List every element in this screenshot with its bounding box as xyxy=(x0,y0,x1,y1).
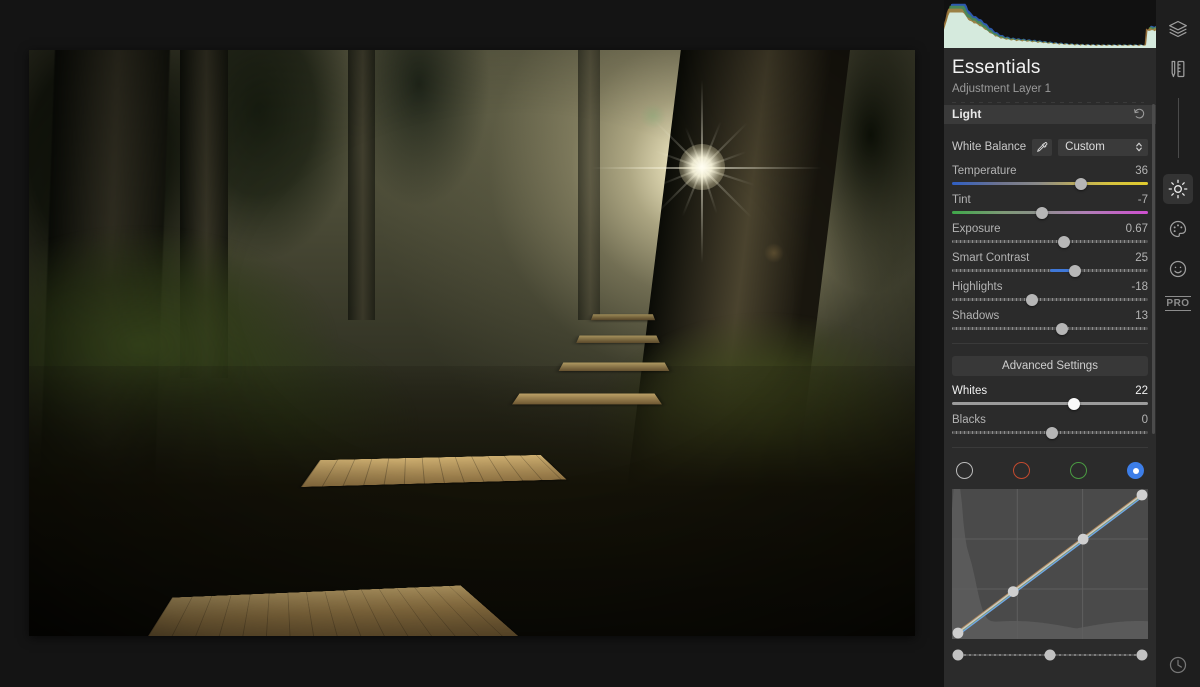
slider-track[interactable] xyxy=(952,177,1148,190)
slider-temperature[interactable]: Temperature 36 xyxy=(952,165,1148,190)
slider-value: 36 xyxy=(1135,165,1148,177)
white-balance-select[interactable]: Custom xyxy=(1058,138,1148,156)
slider-handle[interactable] xyxy=(1075,177,1088,190)
white-balance-value: Custom xyxy=(1065,141,1105,153)
slider-shadows[interactable]: Shadows 13 xyxy=(952,310,1148,335)
photo-canvas[interactable] xyxy=(29,50,915,636)
channel-rgb[interactable] xyxy=(956,462,973,479)
slider-label: Blacks xyxy=(952,414,986,426)
slider-label: Smart Contrast xyxy=(952,252,1030,264)
slider-value: 22 xyxy=(1135,385,1148,397)
history-icon[interactable] xyxy=(1168,655,1188,675)
brightness-icon[interactable] xyxy=(1163,174,1193,204)
slider-handle[interactable] xyxy=(1036,206,1049,219)
divider-2 xyxy=(952,447,1148,448)
photo-editor-window: Essentials Adjustment Layer 1 Light Whit… xyxy=(0,0,1200,687)
slider-value: 25 xyxy=(1135,252,1148,264)
canvas-area[interactable] xyxy=(0,0,944,687)
slider-value: -18 xyxy=(1131,281,1148,293)
portrait-icon[interactable] xyxy=(1163,254,1193,284)
slider-label: Whites xyxy=(952,385,988,397)
light-controls: White Balance Custom Temperature 36 Tint… xyxy=(944,124,1156,687)
section-header-light[interactable]: Light xyxy=(944,105,1156,124)
slider-label: Tint xyxy=(952,194,971,206)
slider-handle[interactable] xyxy=(1069,264,1082,277)
curve-strip-handle[interactable] xyxy=(952,649,964,661)
panel-scrollbar[interactable] xyxy=(1152,104,1155,434)
slider-handle[interactable] xyxy=(1045,426,1058,439)
slider-smart-contrast[interactable]: Smart Contrast 25 xyxy=(952,252,1148,277)
slider-handle[interactable] xyxy=(1057,235,1070,248)
curve-range-strip[interactable] xyxy=(952,648,1148,662)
page-title: Essentials xyxy=(952,57,1041,78)
adjustments-panel: Essentials Adjustment Layer 1 Light Whit… xyxy=(944,0,1156,687)
slider-track[interactable] xyxy=(952,426,1148,439)
rgb-histogram xyxy=(944,0,1156,48)
chevron-updown-icon xyxy=(1135,141,1143,153)
slider-track[interactable] xyxy=(952,293,1148,306)
slider-label: Highlights xyxy=(952,281,1003,293)
channel-green[interactable] xyxy=(1070,462,1087,479)
slider-track[interactable] xyxy=(952,264,1148,277)
channel-red[interactable] xyxy=(1013,462,1030,479)
scroll-indicator xyxy=(944,101,1156,105)
pro-badge[interactable]: PRO xyxy=(1165,296,1191,311)
slider-track[interactable] xyxy=(952,397,1148,410)
slider-blacks[interactable]: Blacks 0 xyxy=(952,414,1148,439)
slider-track[interactable] xyxy=(952,322,1148,335)
slider-value: 0 xyxy=(1141,414,1148,426)
curve-strip-handle[interactable] xyxy=(1136,649,1148,661)
slider-exposure[interactable]: Exposure 0.67 xyxy=(952,223,1148,248)
white-balance-label: White Balance xyxy=(952,141,1027,153)
slider-handle[interactable] xyxy=(1026,293,1039,306)
slider-value: 13 xyxy=(1135,310,1148,322)
curve-control-point[interactable] xyxy=(1007,586,1019,597)
toolbar-divider xyxy=(1177,98,1179,158)
right-toolbar: PRO xyxy=(1156,0,1200,687)
advanced-settings-label: Advanced Settings xyxy=(1002,360,1098,372)
slider-handle[interactable] xyxy=(1067,397,1080,410)
slider-handle[interactable] xyxy=(1055,322,1068,335)
slider-highlights[interactable]: Highlights -18 xyxy=(952,281,1148,306)
divider xyxy=(952,343,1148,344)
section-title: Light xyxy=(952,107,982,121)
slider-value: -7 xyxy=(1137,194,1148,206)
slider-whites[interactable]: Whites 22 xyxy=(952,385,1148,410)
curve-channel-selector xyxy=(952,462,1148,479)
curve-control-point[interactable] xyxy=(1077,533,1089,545)
layers-icon[interactable] xyxy=(1163,14,1193,44)
curve-control-point[interactable] xyxy=(1136,489,1148,501)
forest-boardwalk-photo xyxy=(29,50,915,636)
slider-label: Shadows xyxy=(952,310,1000,322)
slider-label: Temperature xyxy=(952,165,1017,177)
slider-value: 0.67 xyxy=(1125,223,1148,235)
slider-label: Exposure xyxy=(952,223,1001,235)
layer-name: Adjustment Layer 1 xyxy=(952,83,1052,95)
tools-icon[interactable] xyxy=(1163,54,1193,84)
channel-blue[interactable] xyxy=(1127,462,1144,479)
tone-curve-editor[interactable] xyxy=(952,489,1148,639)
curve-control-point[interactable] xyxy=(952,627,964,639)
slider-track[interactable] xyxy=(952,206,1148,219)
advanced-sliders: Whites 22 Blacks 0 xyxy=(952,385,1148,439)
light-sliders: Temperature 36 Tint -7 Exposure 0.67 Smart Con… xyxy=(952,165,1148,335)
eyedropper-icon[interactable] xyxy=(1032,138,1053,156)
slider-tint[interactable]: Tint -7 xyxy=(952,194,1148,219)
slider-track[interactable] xyxy=(952,235,1148,248)
curve-strip-handle[interactable] xyxy=(1044,649,1056,661)
white-balance-row: White Balance Custom xyxy=(952,138,1148,156)
reset-arrow-icon[interactable] xyxy=(1133,108,1146,121)
palette-icon[interactable] xyxy=(1163,214,1193,244)
advanced-settings-button[interactable]: Advanced Settings xyxy=(952,356,1148,376)
